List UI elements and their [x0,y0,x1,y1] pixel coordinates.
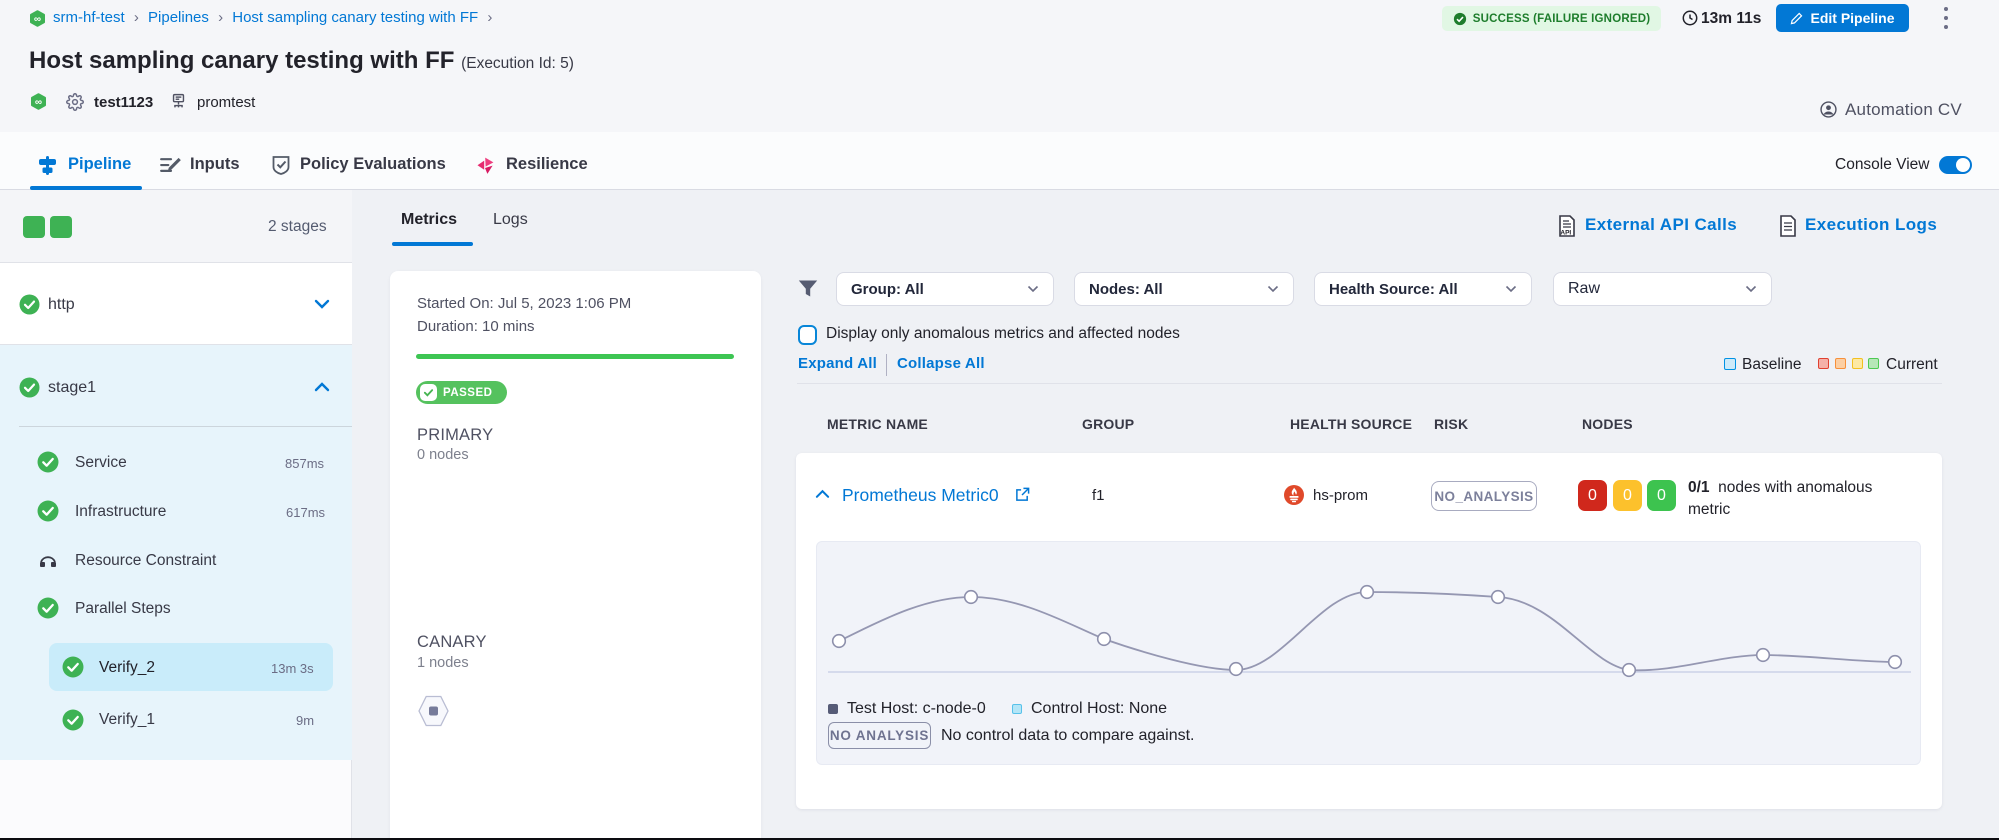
svg-text:∞: ∞ [34,14,41,25]
svg-text:∞: ∞ [35,97,42,108]
svg-text:API: API [1560,230,1571,237]
